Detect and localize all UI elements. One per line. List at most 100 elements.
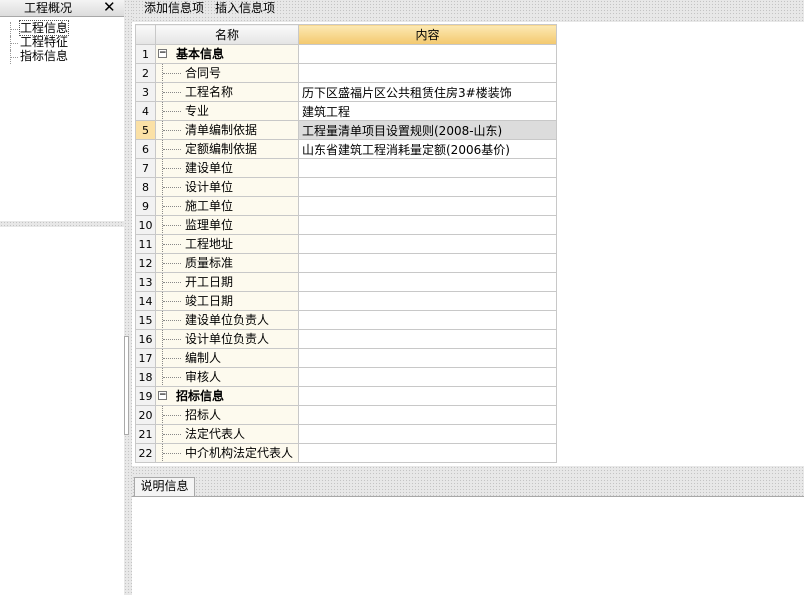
- row-number[interactable]: 20: [135, 405, 156, 425]
- vertical-scrollbar-thumb[interactable]: [124, 336, 129, 435]
- content-cell[interactable]: [298, 63, 557, 83]
- row-number[interactable]: 10: [135, 215, 156, 235]
- row-number[interactable]: 8: [135, 177, 156, 197]
- tree-item[interactable]: 工程特征: [0, 36, 124, 50]
- name-cell[interactable]: 定额编制依据: [155, 139, 299, 159]
- name-cell[interactable]: 专业: [155, 101, 299, 121]
- row-number[interactable]: 14: [135, 291, 156, 311]
- name-cell[interactable]: 施工单位: [155, 196, 299, 216]
- content-cell[interactable]: [298, 405, 557, 425]
- table-row[interactable]: 17 编制人: [135, 348, 557, 368]
- table-row[interactable]: 13 开工日期: [135, 272, 557, 292]
- row-number[interactable]: 6: [135, 139, 156, 159]
- row-number[interactable]: 18: [135, 367, 156, 387]
- name-cell[interactable]: − 招标信息: [155, 386, 299, 406]
- panel-splitter[interactable]: [124, 0, 132, 595]
- table-row[interactable]: 12 质量标准: [135, 253, 557, 273]
- row-number[interactable]: 17: [135, 348, 156, 368]
- content-cell[interactable]: [298, 44, 557, 64]
- table-row[interactable]: 6 定额编制依据 山东省建筑工程消耗量定额(2006基价): [135, 139, 557, 159]
- name-cell[interactable]: 编制人: [155, 348, 299, 368]
- content-cell[interactable]: [298, 329, 557, 349]
- name-cell[interactable]: − 基本信息: [155, 44, 299, 64]
- table-row[interactable]: 22 中介机构法定代表人: [135, 443, 557, 463]
- content-cell[interactable]: [298, 367, 557, 387]
- table-row[interactable]: 11 工程地址: [135, 234, 557, 254]
- name-cell[interactable]: 工程地址: [155, 234, 299, 254]
- content-cell[interactable]: 建筑工程: [298, 101, 557, 121]
- content-cell[interactable]: 历下区盛福片区公共租赁住房3#楼装饰: [298, 82, 557, 102]
- insert-info-item-button[interactable]: 插入信息项: [215, 1, 275, 15]
- bottom-splitter[interactable]: [132, 466, 804, 476]
- tree-item[interactable]: 指标信息: [0, 50, 124, 64]
- content-cell[interactable]: [298, 215, 557, 235]
- row-number[interactable]: 4: [135, 101, 156, 121]
- name-cell[interactable]: 建设单位: [155, 158, 299, 178]
- row-number[interactable]: 9: [135, 196, 156, 216]
- name-cell[interactable]: 清单编制依据: [155, 120, 299, 140]
- row-number[interactable]: 21: [135, 424, 156, 444]
- table-row[interactable]: 2 合同号: [135, 63, 557, 83]
- table-row[interactable]: 8 设计单位: [135, 177, 557, 197]
- group-row[interactable]: 1− 基本信息: [135, 44, 557, 64]
- table-row[interactable]: 9 施工单位: [135, 196, 557, 216]
- row-number[interactable]: 7: [135, 158, 156, 178]
- description-panel[interactable]: [132, 496, 804, 595]
- table-row[interactable]: 15 建设单位负责人: [135, 310, 557, 330]
- name-cell[interactable]: 工程名称: [155, 82, 299, 102]
- tree-item[interactable]: 工程信息: [0, 20, 124, 36]
- name-cell[interactable]: 建设单位负责人: [155, 310, 299, 330]
- content-cell[interactable]: [298, 234, 557, 254]
- content-cell[interactable]: [298, 253, 557, 273]
- add-info-item-button[interactable]: 添加信息项: [144, 1, 204, 15]
- content-cell[interactable]: [298, 443, 557, 463]
- content-cell[interactable]: 工程量清单项目设置规则(2008-山东): [298, 120, 557, 140]
- content-cell[interactable]: [298, 177, 557, 197]
- table-row[interactable]: 20 招标人: [135, 405, 557, 425]
- content-cell[interactable]: [298, 348, 557, 368]
- row-number[interactable]: 15: [135, 310, 156, 330]
- name-cell[interactable]: 合同号: [155, 63, 299, 83]
- name-cell[interactable]: 质量标准: [155, 253, 299, 273]
- name-cell[interactable]: 设计单位负责人: [155, 329, 299, 349]
- content-cell[interactable]: [298, 291, 557, 311]
- content-cell[interactable]: [298, 158, 557, 178]
- group-row[interactable]: 19− 招标信息: [135, 386, 557, 406]
- name-cell[interactable]: 监理单位: [155, 215, 299, 235]
- row-number[interactable]: 19: [135, 386, 156, 406]
- left-panel-splitter[interactable]: [0, 221, 124, 227]
- table-row[interactable]: 16 设计单位负责人: [135, 329, 557, 349]
- content-cell[interactable]: [298, 424, 557, 444]
- row-number[interactable]: 13: [135, 272, 156, 292]
- content-column-header[interactable]: 内容: [298, 24, 557, 45]
- row-number[interactable]: 12: [135, 253, 156, 273]
- name-cell[interactable]: 开工日期: [155, 272, 299, 292]
- close-icon[interactable]: ✕: [103, 0, 116, 15]
- table-row[interactable]: 14 竣工日期: [135, 291, 557, 311]
- row-number[interactable]: 11: [135, 234, 156, 254]
- name-cell[interactable]: 中介机构法定代表人: [155, 443, 299, 463]
- name-column-header[interactable]: 名称: [155, 24, 299, 45]
- table-row[interactable]: 5 清单编制依据 工程量清单项目设置规则(2008-山东): [135, 120, 557, 140]
- name-cell[interactable]: 设计单位: [155, 177, 299, 197]
- content-cell[interactable]: [298, 386, 557, 406]
- name-cell[interactable]: 招标人: [155, 405, 299, 425]
- table-row[interactable]: 3 工程名称 历下区盛福片区公共租赁住房3#楼装饰: [135, 82, 557, 102]
- tab-description-info[interactable]: 说明信息: [134, 477, 195, 496]
- name-cell[interactable]: 竣工日期: [155, 291, 299, 311]
- row-number[interactable]: 3: [135, 82, 156, 102]
- table-row[interactable]: 10 监理单位: [135, 215, 557, 235]
- content-cell[interactable]: [298, 310, 557, 330]
- row-number[interactable]: 22: [135, 443, 156, 463]
- row-number[interactable]: 2: [135, 63, 156, 83]
- collapse-icon[interactable]: −: [158, 391, 167, 400]
- content-cell[interactable]: [298, 196, 557, 216]
- content-cell[interactable]: 山东省建筑工程消耗量定额(2006基价): [298, 139, 557, 159]
- row-number[interactable]: 1: [135, 44, 156, 64]
- name-cell[interactable]: 法定代表人: [155, 424, 299, 444]
- content-cell[interactable]: [298, 272, 557, 292]
- table-row[interactable]: 7 建设单位: [135, 158, 557, 178]
- table-row[interactable]: 18 审核人: [135, 367, 557, 387]
- table-row[interactable]: 4 专业 建筑工程: [135, 101, 557, 121]
- name-cell[interactable]: 审核人: [155, 367, 299, 387]
